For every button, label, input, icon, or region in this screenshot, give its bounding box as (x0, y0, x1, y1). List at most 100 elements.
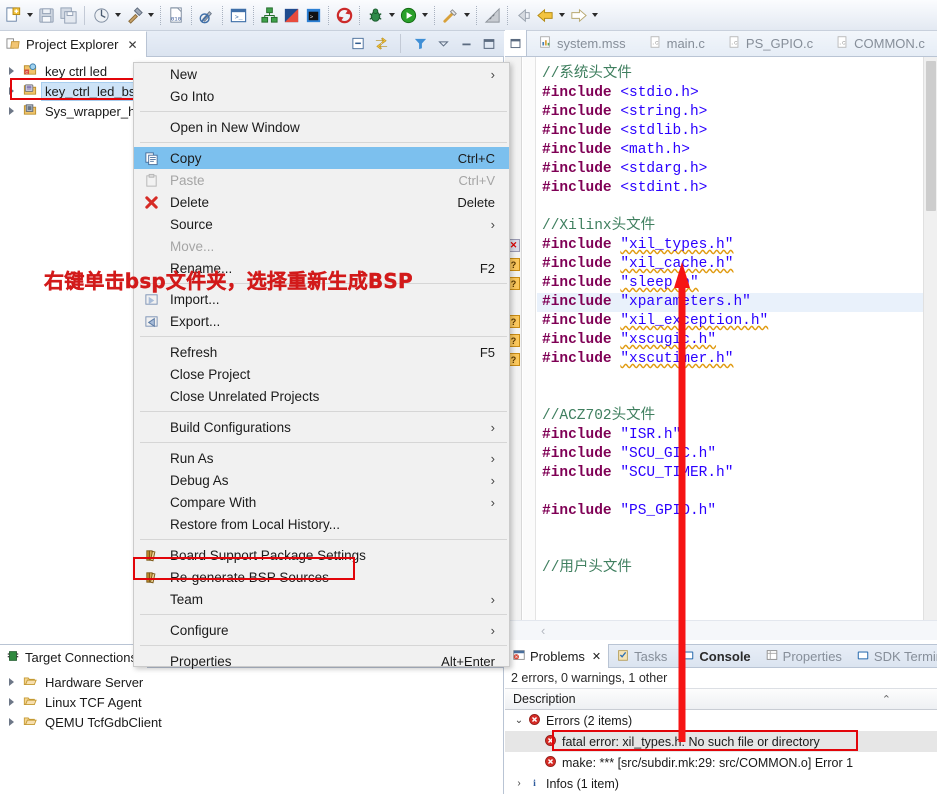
build-hammer-icon[interactable] (123, 4, 145, 26)
menu-item-open-in-new-window[interactable]: Open in New Window (134, 116, 509, 138)
problems-description-column[interactable]: Description (513, 692, 576, 706)
code-line[interactable] (537, 540, 923, 559)
code-line[interactable] (537, 369, 923, 388)
maximize-icon[interactable] (480, 35, 498, 53)
external-tools-icon[interactable] (439, 4, 461, 26)
code-line[interactable]: #include <math.h> (537, 141, 923, 160)
code-line[interactable] (537, 388, 923, 407)
menu-item-properties[interactable]: Properties Alt+Enter (134, 650, 509, 672)
menu-item-board-support-package-settings[interactable]: Board Support Package Settings (134, 544, 509, 566)
save-all-icon[interactable] (57, 4, 79, 26)
close-icon[interactable]: ✕ (127, 38, 137, 52)
expand-arrow-icon[interactable]: › (511, 778, 527, 789)
code-line[interactable]: #include "SCU_GIC.h" (537, 445, 923, 464)
problems-row[interactable]: make: *** [src/subdir.mk:29: src/COMMON.… (505, 752, 937, 773)
menu-item-copy[interactable]: Copy Ctrl+C (134, 147, 509, 169)
launch-shell-icon[interactable]: >_ (227, 4, 249, 26)
problems-view-tab-properties[interactable]: Properties (758, 644, 849, 668)
code-line[interactable]: #include "SCU_TIMER.h" (537, 464, 923, 483)
problems-row[interactable]: fatal error: xil_types.h: No such file o… (505, 731, 937, 752)
debug-dropdown-arrow[interactable] (386, 4, 397, 26)
tab-target-connections[interactable]: Target Connections (0, 645, 149, 669)
code-line[interactable] (537, 483, 923, 502)
menu-item-debug-as[interactable]: Debug As › (134, 469, 509, 491)
filter-icon[interactable] (411, 35, 429, 53)
run-icon[interactable] (397, 4, 419, 26)
view-menu-icon[interactable] (434, 35, 452, 53)
menu-item-run-as[interactable]: Run As › (134, 447, 509, 469)
expand-arrow-icon[interactable] (4, 695, 18, 709)
code-line[interactable]: #include <stdio.h> (537, 84, 923, 103)
scroll-left-icon[interactable]: ‹ (541, 623, 545, 638)
code-line[interactable]: #include "PS_GPIO.h" (537, 502, 923, 521)
editor-horizontal-scrollbar[interactable]: ‹ (505, 620, 937, 640)
menu-item-refresh[interactable]: Refresh F5 (134, 341, 509, 363)
collapse-arrow-icon[interactable]: ⌄ (511, 715, 527, 726)
problems-row[interactable]: ⌄ Errors (2 items) (505, 710, 937, 731)
menu-item-export[interactable]: Export... (134, 310, 509, 332)
vivado-icon[interactable] (280, 4, 302, 26)
problems-view-tab-problems[interactable]: ✕ Problems ✕ (505, 644, 610, 668)
code-line[interactable] (537, 521, 923, 540)
code-line[interactable]: #include "sleep.h" (537, 274, 923, 293)
run-dropdown-arrow[interactable] (419, 4, 430, 26)
source-editor[interactable]: ✕????? //系统头文件 #include <stdio.h> #include… (505, 57, 937, 620)
forward-icon[interactable] (567, 4, 589, 26)
code-line[interactable]: //用户头文件 (537, 559, 923, 578)
menu-item-source[interactable]: Source › (134, 213, 509, 235)
build-hammer-dropdown-arrow[interactable] (145, 4, 156, 26)
save-icon[interactable] (35, 4, 57, 26)
code-line[interactable]: #include <stdarg.h> (537, 160, 923, 179)
menu-item-restore-from-local-history[interactable]: Restore from Local History... (134, 513, 509, 535)
terminal-icon[interactable]: > (302, 4, 324, 26)
menu-item-compare-with[interactable]: Compare With › (134, 491, 509, 513)
code-line[interactable]: #include "xscugic.h" (537, 331, 923, 350)
collapse-all-icon[interactable] (349, 35, 367, 53)
editor-vertical-scrollbar[interactable] (923, 57, 937, 620)
editor-tab-main-c[interactable]: .c main.c (637, 30, 716, 56)
menu-item-go-into[interactable]: Go Into (134, 85, 509, 107)
forward-dropdown-arrow[interactable] (589, 4, 600, 26)
build-all-dropdown-arrow[interactable] (112, 4, 123, 26)
editor-code-text[interactable]: //系统头文件 #include <stdio.h> #include <strin… (537, 57, 923, 620)
new-wizard-icon[interactable] (2, 4, 24, 26)
code-line[interactable]: //系统头文件 (537, 65, 923, 84)
xsct-console-icon[interactable] (258, 4, 280, 26)
problems-column-header[interactable]: Description ⌃ (505, 688, 937, 710)
code-line[interactable]: //Xilinx头文件 (537, 217, 923, 236)
refresh-icon[interactable] (333, 4, 355, 26)
build-all-icon[interactable] (90, 4, 112, 26)
dump-restore-icon[interactable] (196, 4, 218, 26)
expand-arrow-icon[interactable] (4, 64, 18, 78)
menu-item-close-project[interactable]: Close Project (134, 363, 509, 385)
minimize-icon[interactable] (457, 35, 475, 53)
editor-tab-common-c[interactable]: .c COMMON.c (824, 30, 936, 56)
editor-scrollbar-thumb[interactable] (926, 61, 936, 211)
link-with-editor-icon[interactable] (372, 35, 390, 53)
code-line[interactable]: //ACZ702头文件 (537, 407, 923, 426)
problems-row[interactable]: › i Infos (1 item) (505, 773, 937, 794)
problems-table[interactable]: ⌄ Errors (2 items) fatal error: xil_types.… (505, 710, 937, 794)
code-line[interactable] (537, 198, 923, 217)
expand-arrow-icon[interactable] (4, 715, 18, 729)
target-connection-item[interactable]: QEMU TcfGdbClient (0, 712, 503, 732)
code-line[interactable]: #include "xscutimer.h" (537, 350, 923, 369)
editor-tab-system-mss[interactable]: system.mss (527, 30, 637, 56)
problems-view-tab-tasks[interactable]: Tasks (609, 644, 674, 668)
code-line[interactable]: #include "xil_exception.h" (537, 312, 923, 331)
problems-view-tab-console[interactable]: Console (674, 644, 757, 668)
debug-icon[interactable] (364, 4, 386, 26)
expand-arrow-icon[interactable] (4, 84, 18, 98)
menu-item-build-configurations[interactable]: Build Configurations › (134, 416, 509, 438)
target-connection-item[interactable]: Linux TCF Agent (0, 692, 503, 712)
editor-folding-ruler[interactable] (523, 57, 536, 620)
menu-item-delete[interactable]: Delete Delete (134, 191, 509, 213)
expand-arrow-icon[interactable] (4, 104, 18, 118)
tab-project-explorer[interactable]: Project Explorer ✕ (0, 31, 147, 57)
project-context-menu[interactable]: New › Go Into Open in New Window Copy Ctrl+C P… (133, 62, 510, 669)
target-connection-item[interactable]: Hardware Server (0, 672, 503, 692)
code-line[interactable]: #include <stdlib.h> (537, 122, 923, 141)
menu-item-close-unrelated-projects[interactable]: Close Unrelated Projects (134, 385, 509, 407)
program-flash-icon[interactable]: 010 (165, 4, 187, 26)
external-tools-dropdown-arrow[interactable] (461, 4, 472, 26)
